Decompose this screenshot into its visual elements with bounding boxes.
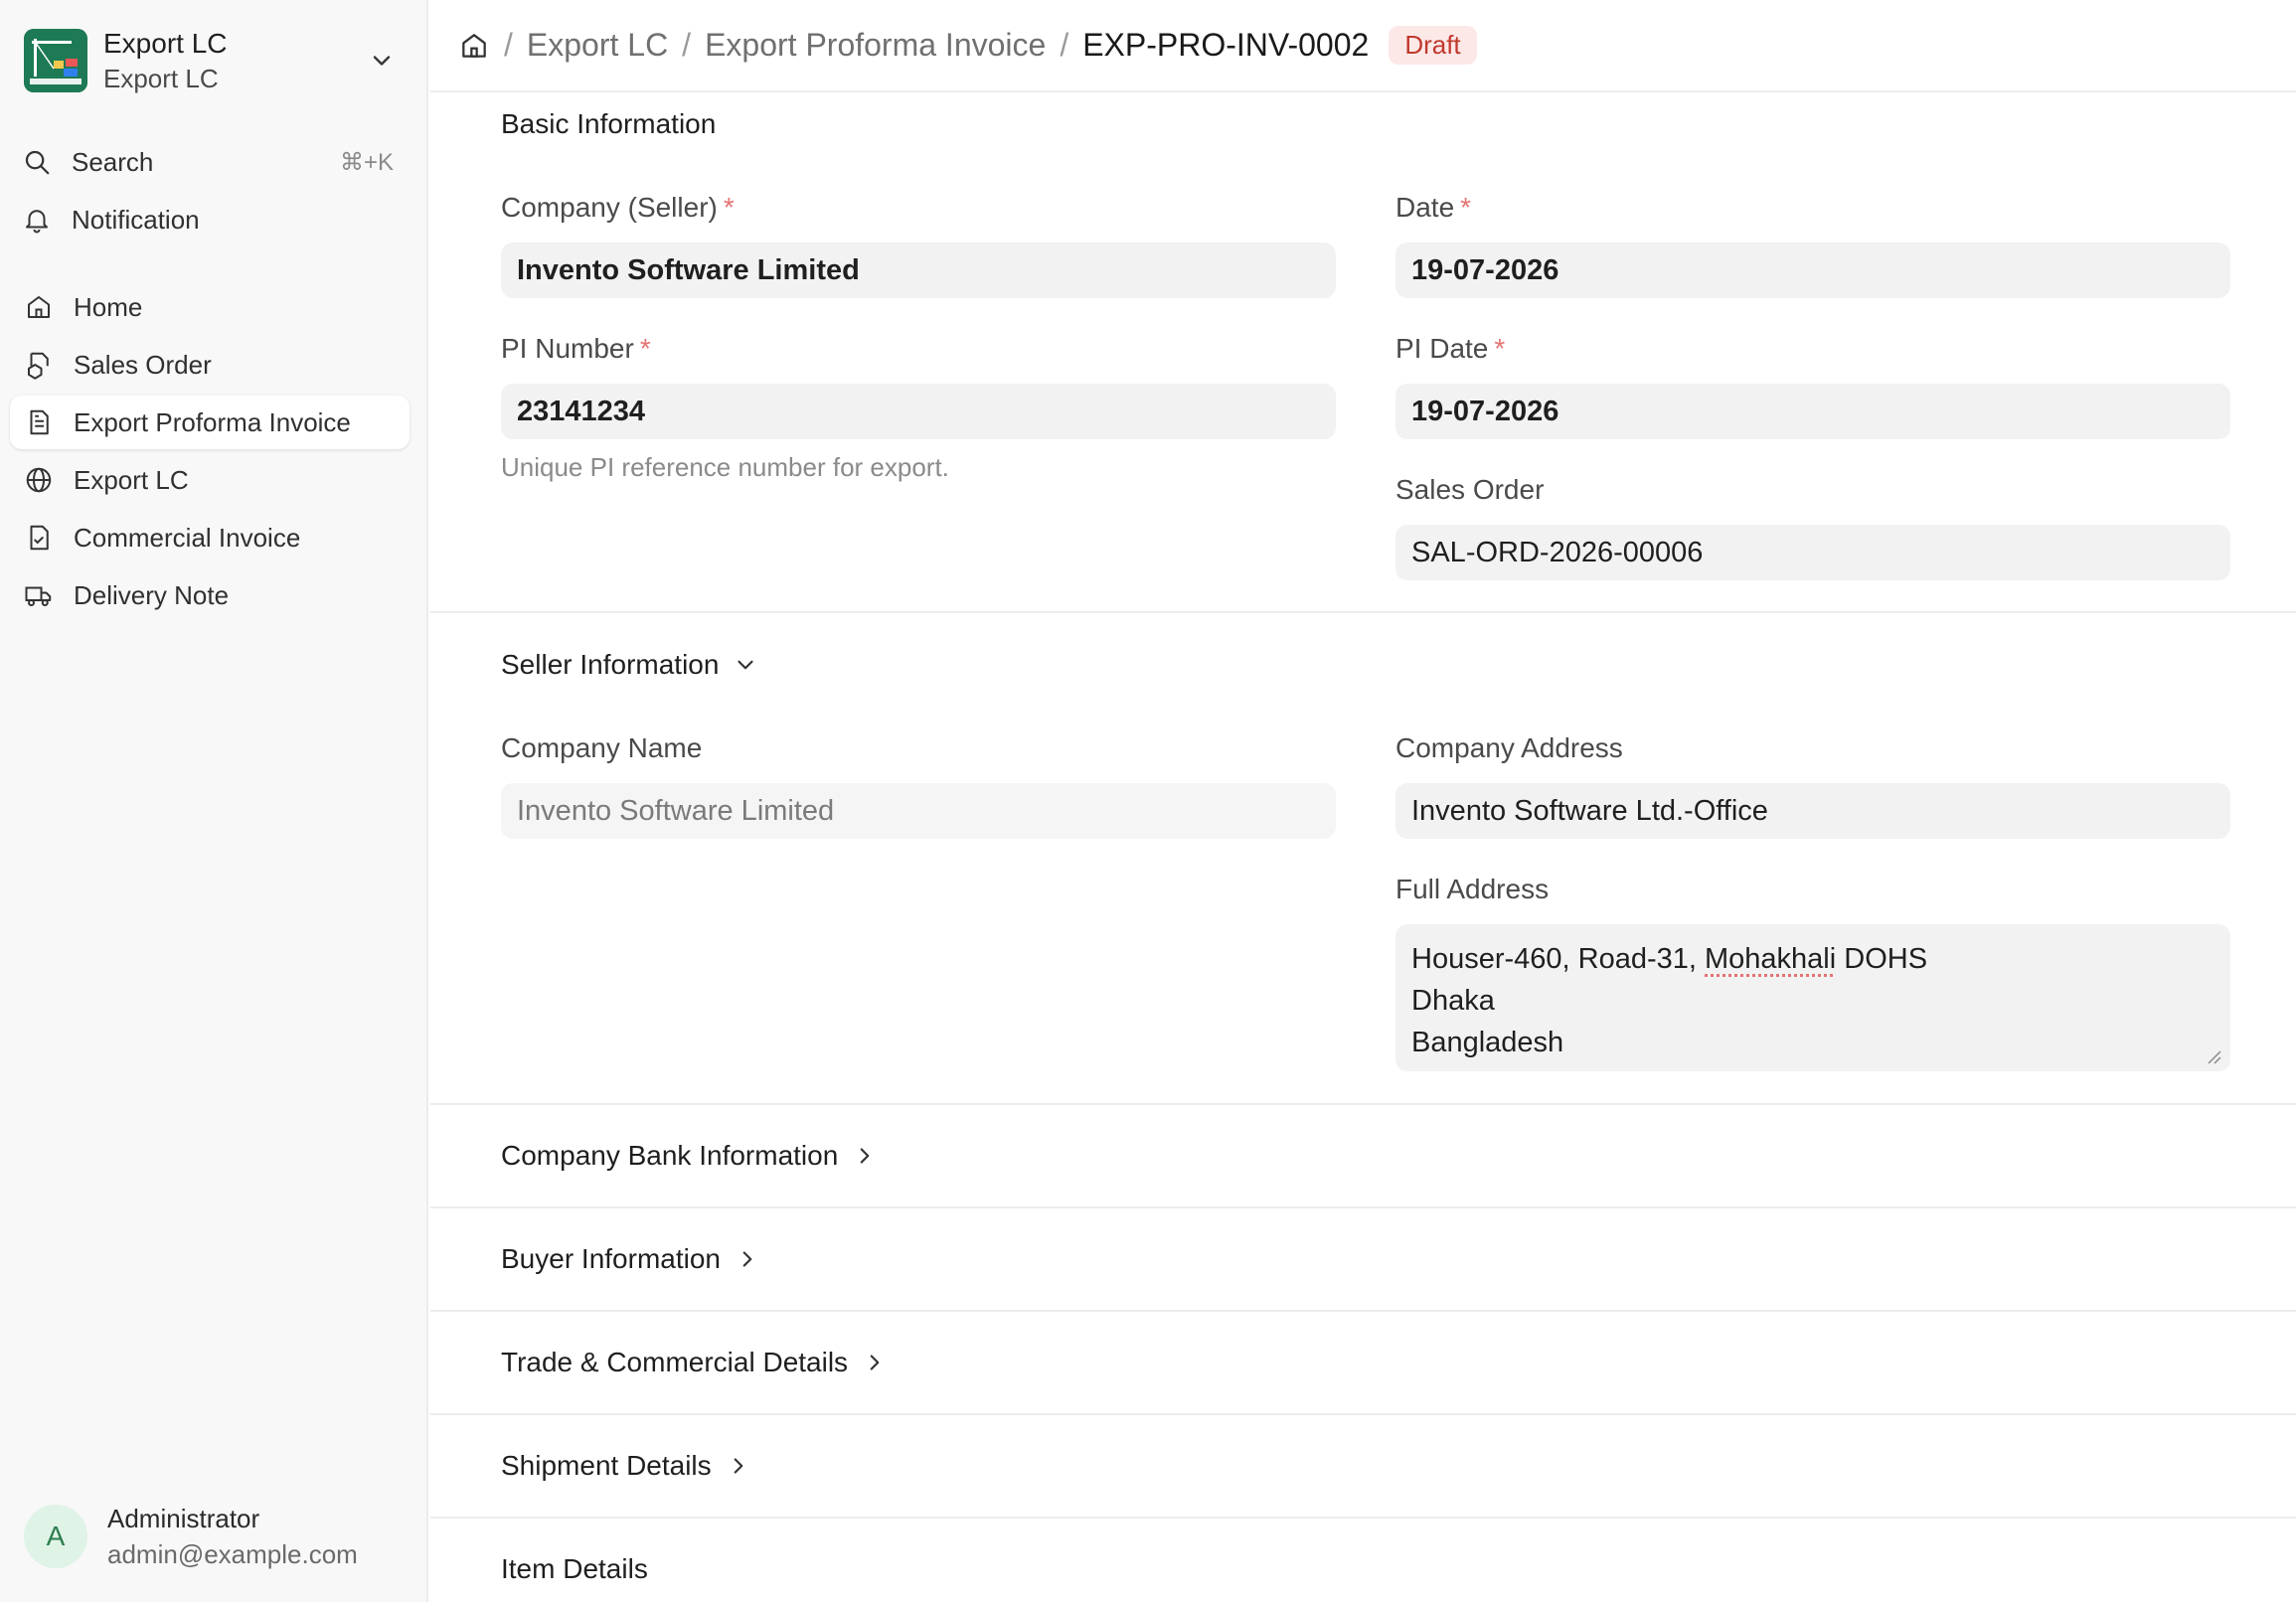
- sales-order-field[interactable]: SAL-ORD-2026-00006: [1395, 525, 2230, 580]
- truck-icon: [25, 586, 52, 606]
- company-name-field: Invento Software Limited: [501, 783, 1336, 839]
- date-label: Date *: [1395, 192, 1472, 223]
- pi-number-field[interactable]: 23141234: [501, 384, 1336, 439]
- breadcrumb-export-proforma-invoice[interactable]: Export Proforma Invoice: [705, 27, 1046, 64]
- section-basic-information: Basic Information: [501, 108, 717, 139]
- invoice-check-icon: [30, 525, 49, 551]
- form-body: Basic Information Company (Seller) * Inve…: [430, 94, 2296, 1602]
- sidebar-item-label: Delivery Note: [74, 579, 230, 610]
- section-divider: [430, 1413, 2296, 1415]
- section-seller-information[interactable]: Seller Information: [501, 649, 758, 681]
- section-divider: [430, 1103, 2296, 1105]
- workspace-title: Export LC: [103, 28, 228, 59]
- search-icon: [25, 150, 50, 175]
- search-label: Search: [72, 146, 154, 177]
- home-icon[interactable]: [458, 30, 490, 62]
- search-button[interactable]: Search ⌘+K: [10, 135, 410, 189]
- notification-label: Notification: [72, 204, 200, 235]
- section-divider: [430, 1310, 2296, 1312]
- sidebar-item-sales-order[interactable]: Sales Order: [10, 338, 410, 392]
- chevron-right-icon: [734, 1458, 742, 1474]
- pi-number-help: Unique PI reference number for export.: [501, 452, 949, 482]
- section-company-bank-information[interactable]: Company Bank Information: [501, 1140, 878, 1172]
- full-address-label: Full Address: [1395, 874, 1550, 904]
- sidebar-item-label: Export Proforma Invoice: [74, 406, 351, 437]
- sidebar-item-delivery-note[interactable]: Delivery Note: [10, 568, 410, 622]
- full-address-textarea[interactable]: Houser-460, Road-31, Mohakhali DOHS Dhak…: [1395, 924, 2230, 1071]
- home-icon: [28, 296, 50, 318]
- notification-button[interactable]: Notification: [10, 193, 410, 246]
- chevron-down-icon[interactable]: [368, 47, 396, 75]
- breadcrumb-separator: /: [1060, 27, 1069, 63]
- sidebar: Export LC Export LC Search ⌘+K Notificat…: [0, 0, 428, 1602]
- pi-date-field[interactable]: 19-07-2026: [1395, 384, 2230, 439]
- sidebar-item-export-lc[interactable]: Export LC: [10, 453, 410, 507]
- search-shortcut: ⌘+K: [339, 148, 394, 176]
- avatar: A: [24, 1505, 87, 1568]
- pi-date-label: PI Date *: [1395, 333, 1506, 364]
- sidebar-item-export-proforma-invoice[interactable]: Export Proforma Invoice: [10, 396, 410, 449]
- page-title: EXP-PRO-INV-0002: [1082, 27, 1370, 63]
- company-address-field[interactable]: Invento Software Ltd.-Office: [1395, 783, 2230, 839]
- company-address-label: Company Address: [1395, 732, 1623, 763]
- chevron-down-icon: [738, 660, 754, 670]
- breadcrumb-separator: /: [682, 27, 692, 63]
- sidebar-item-commercial-invoice[interactable]: Commercial Invoice: [10, 511, 410, 564]
- workspace-subtitle: Export LC: [103, 64, 219, 93]
- breadcrumb: / Export LC / Export Proforma Invoice / …: [430, 0, 2296, 92]
- section-divider: [430, 1517, 2296, 1519]
- breadcrumb-separator: /: [504, 27, 513, 63]
- section-shipment-details[interactable]: Shipment Details: [501, 1450, 751, 1482]
- date-field[interactable]: 19-07-2026: [1395, 242, 2230, 298]
- user-menu[interactable]: A Administrator admin@example.com: [24, 1501, 358, 1572]
- chevron-right-icon: [860, 1148, 870, 1164]
- user-name: Administrator: [107, 1504, 260, 1533]
- section-divider: [430, 611, 2296, 613]
- pi-number-label: PI Number *: [501, 333, 651, 364]
- document-icon: [30, 409, 49, 435]
- breadcrumb-export-lc[interactable]: Export LC: [527, 27, 668, 64]
- company-name-label: Company Name: [501, 732, 703, 763]
- sidebar-item-label: Commercial Invoice: [74, 522, 301, 553]
- app-logo: [24, 29, 87, 92]
- section-trade-commercial-details[interactable]: Trade & Commercial Details: [501, 1347, 888, 1378]
- bell-icon: [26, 210, 48, 234]
- section-buyer-information[interactable]: Buyer Information: [501, 1243, 760, 1275]
- section-divider: [430, 1206, 2296, 1208]
- resize-handle-icon[interactable]: [2203, 1045, 2222, 1065]
- section-item-details: Item Details: [501, 1553, 648, 1584]
- sidebar-item-label: Sales Order: [74, 349, 212, 380]
- sidebar-item-home[interactable]: Home: [10, 280, 410, 334]
- company-field[interactable]: Invento Software Limited: [501, 242, 1336, 298]
- sales-order-icon: [28, 352, 49, 380]
- chevron-right-icon: [870, 1355, 880, 1370]
- sales-order-label: Sales Order: [1395, 474, 1545, 505]
- globe-icon: [26, 467, 52, 493]
- sidebar-item-label: Export LC: [74, 464, 189, 495]
- chevron-right-icon: [742, 1251, 752, 1267]
- user-email: admin@example.com: [107, 1539, 358, 1569]
- status-badge: Draft: [1389, 26, 1477, 65]
- sidebar-item-label: Home: [74, 291, 143, 322]
- company-label: Company (Seller) *: [501, 192, 735, 223]
- workspace-switcher[interactable]: Export LC Export LC: [24, 26, 408, 95]
